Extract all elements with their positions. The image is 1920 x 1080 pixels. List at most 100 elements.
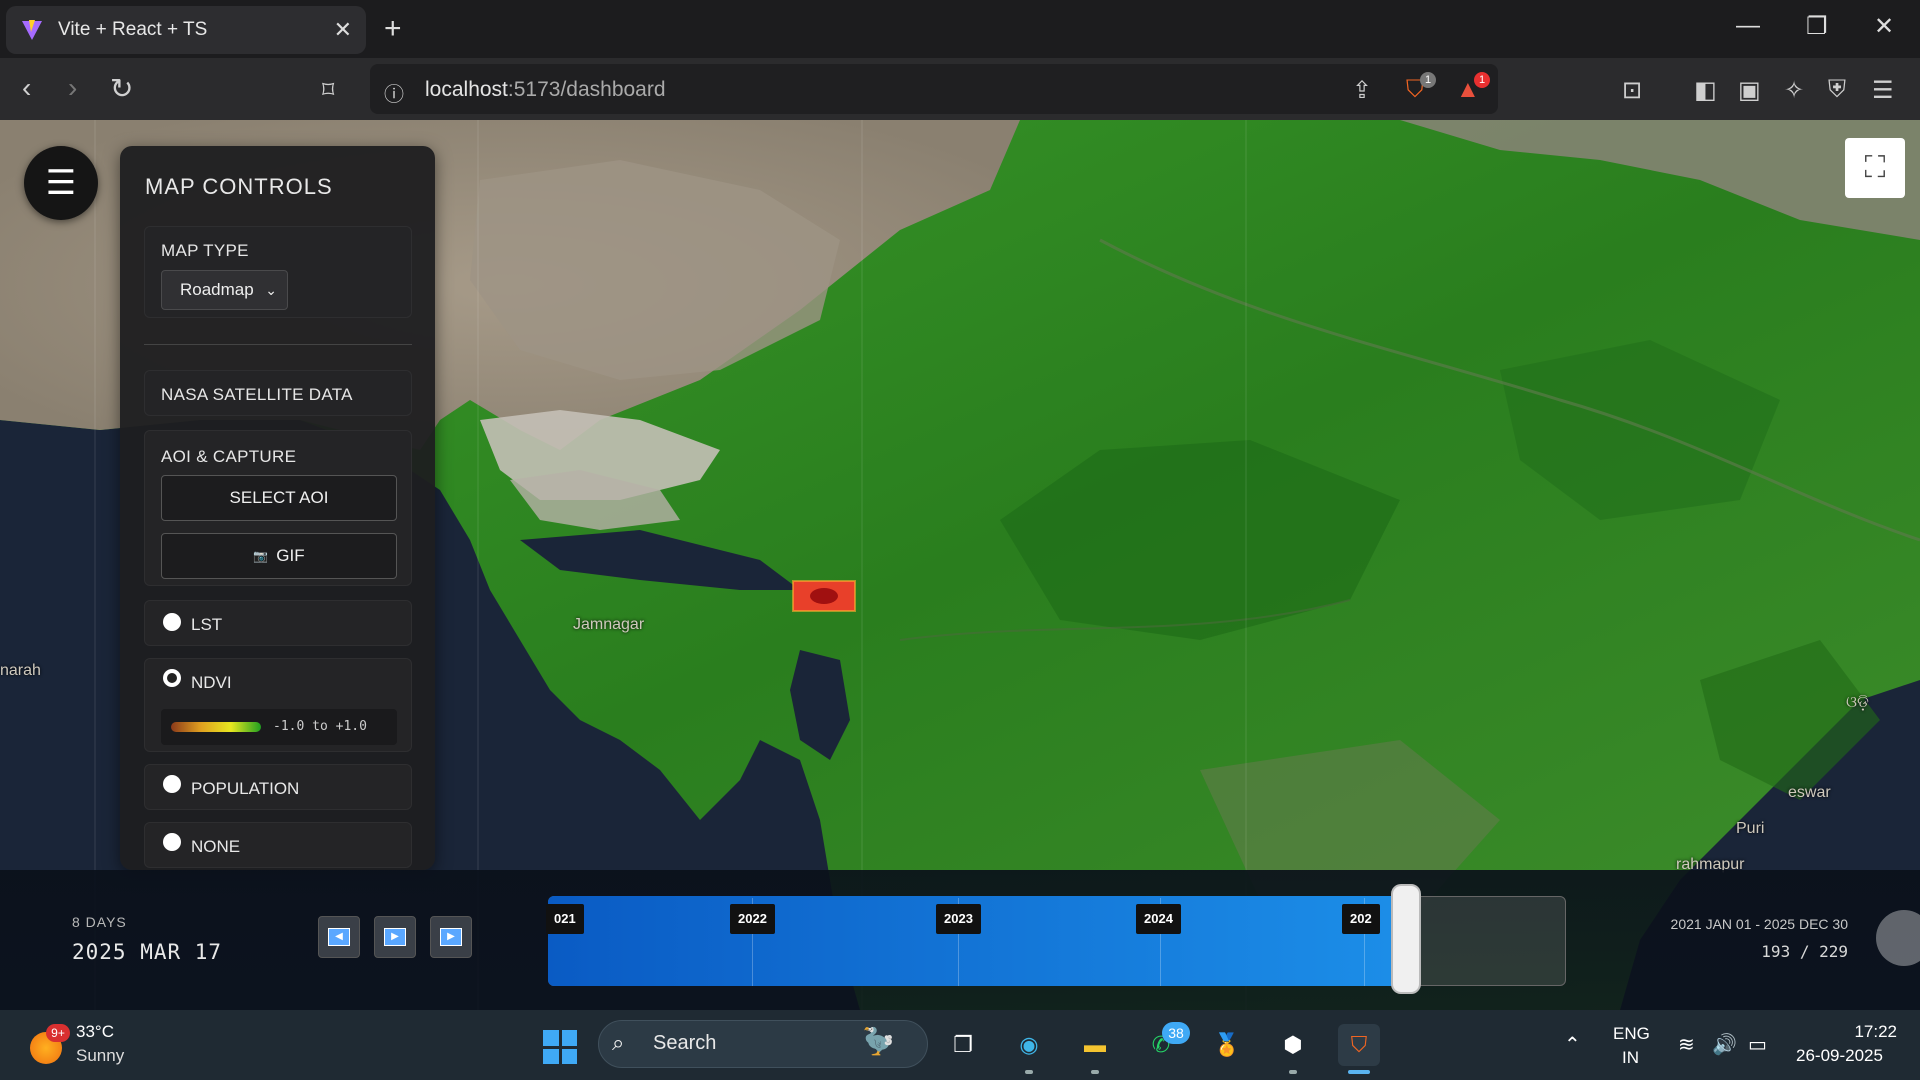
clock-time[interactable]: 17:22 — [1841, 1022, 1897, 1042]
browser-tab[interactable]: Vite + React + TS ✕ — [6, 6, 366, 54]
layer-option-none[interactable]: NONE — [144, 822, 412, 868]
file-explorer-icon[interactable]: ▬ — [1074, 1024, 1116, 1066]
weather-badge: 9+ — [46, 1024, 70, 1042]
windows-logo-tile — [561, 1030, 577, 1046]
url-path: :5173/dashboard — [507, 78, 666, 101]
battery-icon[interactable]: ▭ — [1748, 1032, 1767, 1057]
windows-logo-tile — [543, 1030, 559, 1046]
vpn-icon[interactable]: ⛨ — [1828, 76, 1846, 104]
nasa-data-card[interactable]: NASA SATELLITE DATA — [144, 370, 412, 416]
search-label: Search — [653, 1032, 717, 1054]
sidebar-icon[interactable]: ◧ — [1694, 76, 1717, 105]
vite-logo-icon — [22, 20, 42, 40]
app-icon[interactable]: ⬢ — [1272, 1024, 1314, 1066]
nasa-data-label: NASA SATELLITE DATA — [161, 385, 353, 404]
share-icon[interactable]: ⇪ — [1352, 76, 1372, 105]
back-icon[interactable]: ‹ — [22, 72, 31, 104]
region-indicator[interactable]: IN — [1622, 1048, 1639, 1068]
year-label: 2024 — [1136, 904, 1181, 934]
divider — [144, 344, 412, 345]
volume-icon[interactable]: 🔊 — [1712, 1032, 1737, 1057]
select-aoi-button[interactable]: SELECT AOI — [161, 475, 397, 521]
minimize-button[interactable]: — — [1736, 12, 1760, 40]
layer-label-none: NONE — [191, 837, 241, 856]
layer-label-ndvi: NDVI — [191, 673, 232, 692]
layer-option-lst[interactable]: LST — [144, 600, 412, 646]
year-label: 202 — [1342, 904, 1380, 934]
layer-label-population: POPULATION — [191, 779, 300, 798]
step-forward-icon: ▶ — [440, 928, 462, 946]
year-label: 2022 — [730, 904, 775, 934]
timeline-overlay-blob — [1876, 910, 1920, 966]
radio-population[interactable] — [163, 775, 181, 793]
select-aoi-label: SELECT AOI — [229, 488, 329, 507]
fullscreen-button[interactable]: ⛶ — [1845, 138, 1905, 198]
close-window-button[interactable]: ✕ — [1874, 12, 1894, 41]
running-indicator — [1289, 1070, 1297, 1074]
site-info-icon[interactable]: ⓘ — [384, 78, 404, 107]
map-label-left: narah — [0, 662, 41, 679]
page-search-icon[interactable]: ⊡ — [1622, 76, 1642, 105]
windows-taskbar: 9+ 33°C Sunny ⌕ Search 🦤 ❐ ◉ ▬ ✆ 38 🏅 ⬢ … — [0, 1010, 1920, 1080]
timeline-handle[interactable] — [1390, 884, 1421, 994]
aoi-capture-label: AOI & CAPTURE — [161, 447, 297, 466]
shields-badge: 1 — [1420, 72, 1436, 88]
menu-icon[interactable]: ☰ — [1872, 76, 1894, 105]
brave-taskbar-icon[interactable]: ⛉ — [1338, 1024, 1380, 1066]
layer-option-population[interactable]: POPULATION — [144, 764, 412, 810]
new-tab-button[interactable]: + — [384, 12, 402, 46]
timeline-position: 193 / 229 — [1761, 942, 1848, 961]
map-controls-panel: MAP CONTROLS MAP TYPE Roadmap ⌄ NASA SAT… — [120, 146, 435, 870]
map-label-puri: Puri — [1736, 820, 1765, 837]
restore-button[interactable]: ❐ — [1806, 12, 1828, 41]
reload-icon[interactable]: ↻ — [110, 72, 133, 105]
task-view-icon[interactable]: ❐ — [942, 1024, 984, 1066]
medal-icon[interactable]: 🏅 — [1206, 1024, 1248, 1066]
hamburger-icon: ☰ — [45, 164, 77, 202]
ndvi-color-ramp — [171, 722, 261, 732]
timeline-range: 2021 JAN 01 - 2025 DEC 30 — [1670, 916, 1848, 932]
layer-option-ndvi[interactable]: NDVI -1.0 to +1.0 — [144, 658, 412, 752]
clock-date[interactable]: 26-09-2025 — [1796, 1046, 1883, 1066]
radio-none[interactable] — [163, 833, 181, 851]
panel-title: MAP CONTROLS — [145, 174, 333, 199]
url-text[interactable]: localhost:5173/dashboard — [425, 78, 666, 102]
start-button[interactable] — [543, 1030, 577, 1064]
gif-label: GIF — [276, 546, 305, 565]
radio-ndvi[interactable] — [163, 669, 181, 687]
layer-label-lst: LST — [191, 615, 223, 634]
menu-toggle-button[interactable]: ☰ — [24, 146, 98, 220]
forward-icon[interactable]: › — [68, 72, 77, 104]
map-label-jamnagar: Jamnagar — [573, 616, 645, 633]
camera-icon: 📷 — [253, 549, 269, 563]
weather-temperature[interactable]: 33°C — [76, 1022, 114, 1042]
language-indicator[interactable]: ENG — [1613, 1024, 1650, 1044]
wifi-icon[interactable]: ≋ — [1678, 1032, 1695, 1057]
map-label-bhubaneswar: eswar — [1788, 784, 1831, 801]
windows-logo-tile — [543, 1048, 559, 1064]
timeline-bar: 8 DAYS 2025 MAR 17 ◀ ▶ ▶ 021 2022 2023 2… — [0, 870, 1920, 1010]
tray-overflow-icon[interactable]: ⌃ — [1564, 1032, 1581, 1057]
gif-button[interactable]: 📷 GIF — [161, 533, 397, 579]
url-host: localhost — [425, 78, 508, 101]
play-icon: ▶ — [384, 928, 406, 946]
edge-icon[interactable]: ◉ — [1008, 1024, 1050, 1066]
timeline-play-button[interactable]: ▶ — [374, 916, 416, 958]
year-label: 2023 — [936, 904, 981, 934]
tab-close-icon[interactable]: ✕ — [334, 17, 352, 43]
rewards-badge: 1 — [1474, 72, 1490, 88]
timeline-next-button[interactable]: ▶ — [430, 916, 472, 958]
running-indicator — [1091, 1070, 1099, 1074]
whatsapp-badge: 38 — [1162, 1022, 1190, 1044]
timeline-prev-button[interactable]: ◀ — [318, 916, 360, 958]
map-type-select[interactable]: Roadmap ⌄ — [161, 270, 288, 310]
wallet-icon[interactable]: ▣ — [1738, 76, 1761, 105]
fullscreen-icon: ⛶ — [1864, 151, 1886, 184]
timeline-current-date: 2025 MAR 17 — [72, 940, 223, 964]
weather-description[interactable]: Sunny — [76, 1046, 124, 1066]
radio-lst[interactable] — [163, 613, 181, 631]
browser-tab-bar: Vite + React + TS ✕ + — ❐ ✕ — [0, 0, 1920, 58]
active-indicator — [1348, 1070, 1370, 1074]
leo-ai-icon[interactable]: ✧ — [1784, 76, 1804, 105]
bookmark-icon[interactable]: ⌑ — [322, 76, 334, 105]
